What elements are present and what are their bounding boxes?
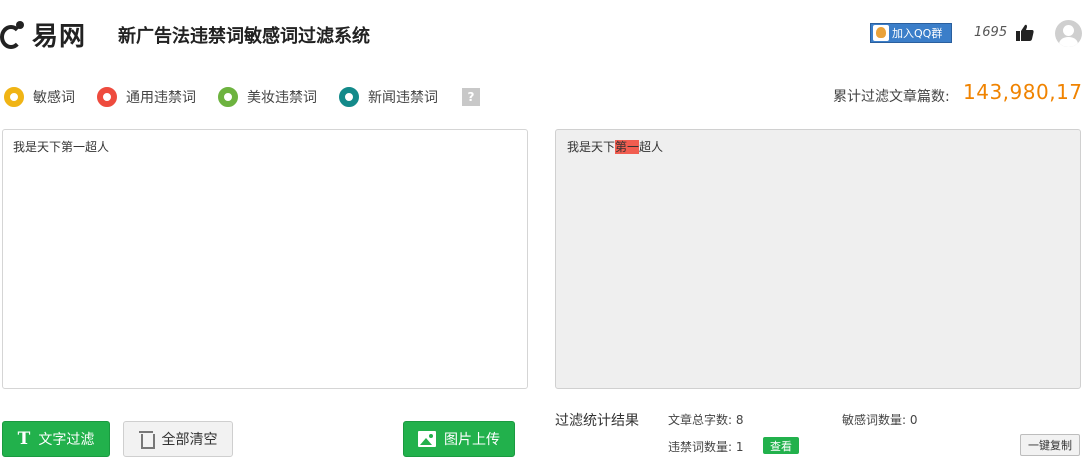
filter-type-group: 敏感词 通用违禁词 美妆违禁词 新闻违禁词 ? xyxy=(4,87,480,107)
filter-label: 美妆违禁词 xyxy=(247,90,317,106)
filter-label: 通用违禁词 xyxy=(126,90,196,106)
filter-sensitive[interactable]: 敏感词 xyxy=(4,87,75,107)
stats-title: 过滤统计结果 xyxy=(555,413,639,429)
filter-label: 新闻违禁词 xyxy=(368,90,438,106)
logo-text: 易网 xyxy=(32,21,87,52)
input-text: 我是天下第一超人 xyxy=(13,140,110,154)
stat-total-chars: 文章总字数: 8 xyxy=(668,413,744,427)
copy-all-button[interactable]: 一键复制 xyxy=(1020,434,1080,456)
radio-icon xyxy=(339,87,359,107)
stat-banned-count: 违禁词数量: 1 xyxy=(668,440,744,454)
total-articles-value: 143,980,179 xyxy=(963,80,1083,104)
view-button[interactable]: 查看 xyxy=(763,437,799,454)
text-icon: T xyxy=(17,429,31,449)
filter-news-banned[interactable]: 新闻违禁词 xyxy=(339,87,438,107)
input-textarea[interactable]: 我是天下第一超人 xyxy=(2,129,528,389)
filter-cosmetics-banned[interactable]: 美妆违禁词 xyxy=(218,87,317,107)
page-title: 新广告法违禁词敏感词过滤系统 xyxy=(118,26,370,47)
text-filter-button[interactable]: T 文字过滤 xyxy=(2,421,110,457)
image-upload-label: 图片上传 xyxy=(444,432,500,448)
total-articles-label: 累计过滤文章篇数: xyxy=(833,89,950,105)
clear-all-button[interactable]: 全部清空 xyxy=(123,421,233,457)
join-qq-group-button[interactable]: 加入QQ群 xyxy=(870,23,952,43)
clear-all-label: 全部清空 xyxy=(161,432,218,448)
site-logo[interactable]: 易网 xyxy=(0,14,86,54)
highlighted-banned-word: 第一 xyxy=(615,140,640,154)
thumbs-up-icon[interactable] xyxy=(1016,24,1034,41)
radio-icon xyxy=(4,87,24,107)
user-avatar-icon[interactable] xyxy=(1055,20,1082,47)
logo-icon xyxy=(0,17,28,51)
join-qq-group-label: 加入QQ群 xyxy=(892,27,943,40)
radio-icon xyxy=(218,87,238,107)
stat-sensitive-count: 敏感词数量: 0 xyxy=(842,413,918,427)
radio-icon xyxy=(97,87,117,107)
filter-label: 敏感词 xyxy=(33,90,75,106)
trash-icon xyxy=(138,430,155,449)
qq-icon xyxy=(873,25,889,41)
likes-count: 1695 xyxy=(974,25,1008,40)
result-text-before: 我是天下 xyxy=(567,140,616,154)
image-icon xyxy=(418,431,436,447)
image-upload-button[interactable]: 图片上传 xyxy=(403,421,515,457)
help-icon[interactable]: ? xyxy=(462,88,480,106)
result-text-after: 超人 xyxy=(639,140,664,154)
text-filter-label: 文字过滤 xyxy=(38,432,95,448)
filter-general-banned[interactable]: 通用违禁词 xyxy=(97,87,196,107)
result-panel: 我是天下第一超人 xyxy=(555,129,1081,389)
